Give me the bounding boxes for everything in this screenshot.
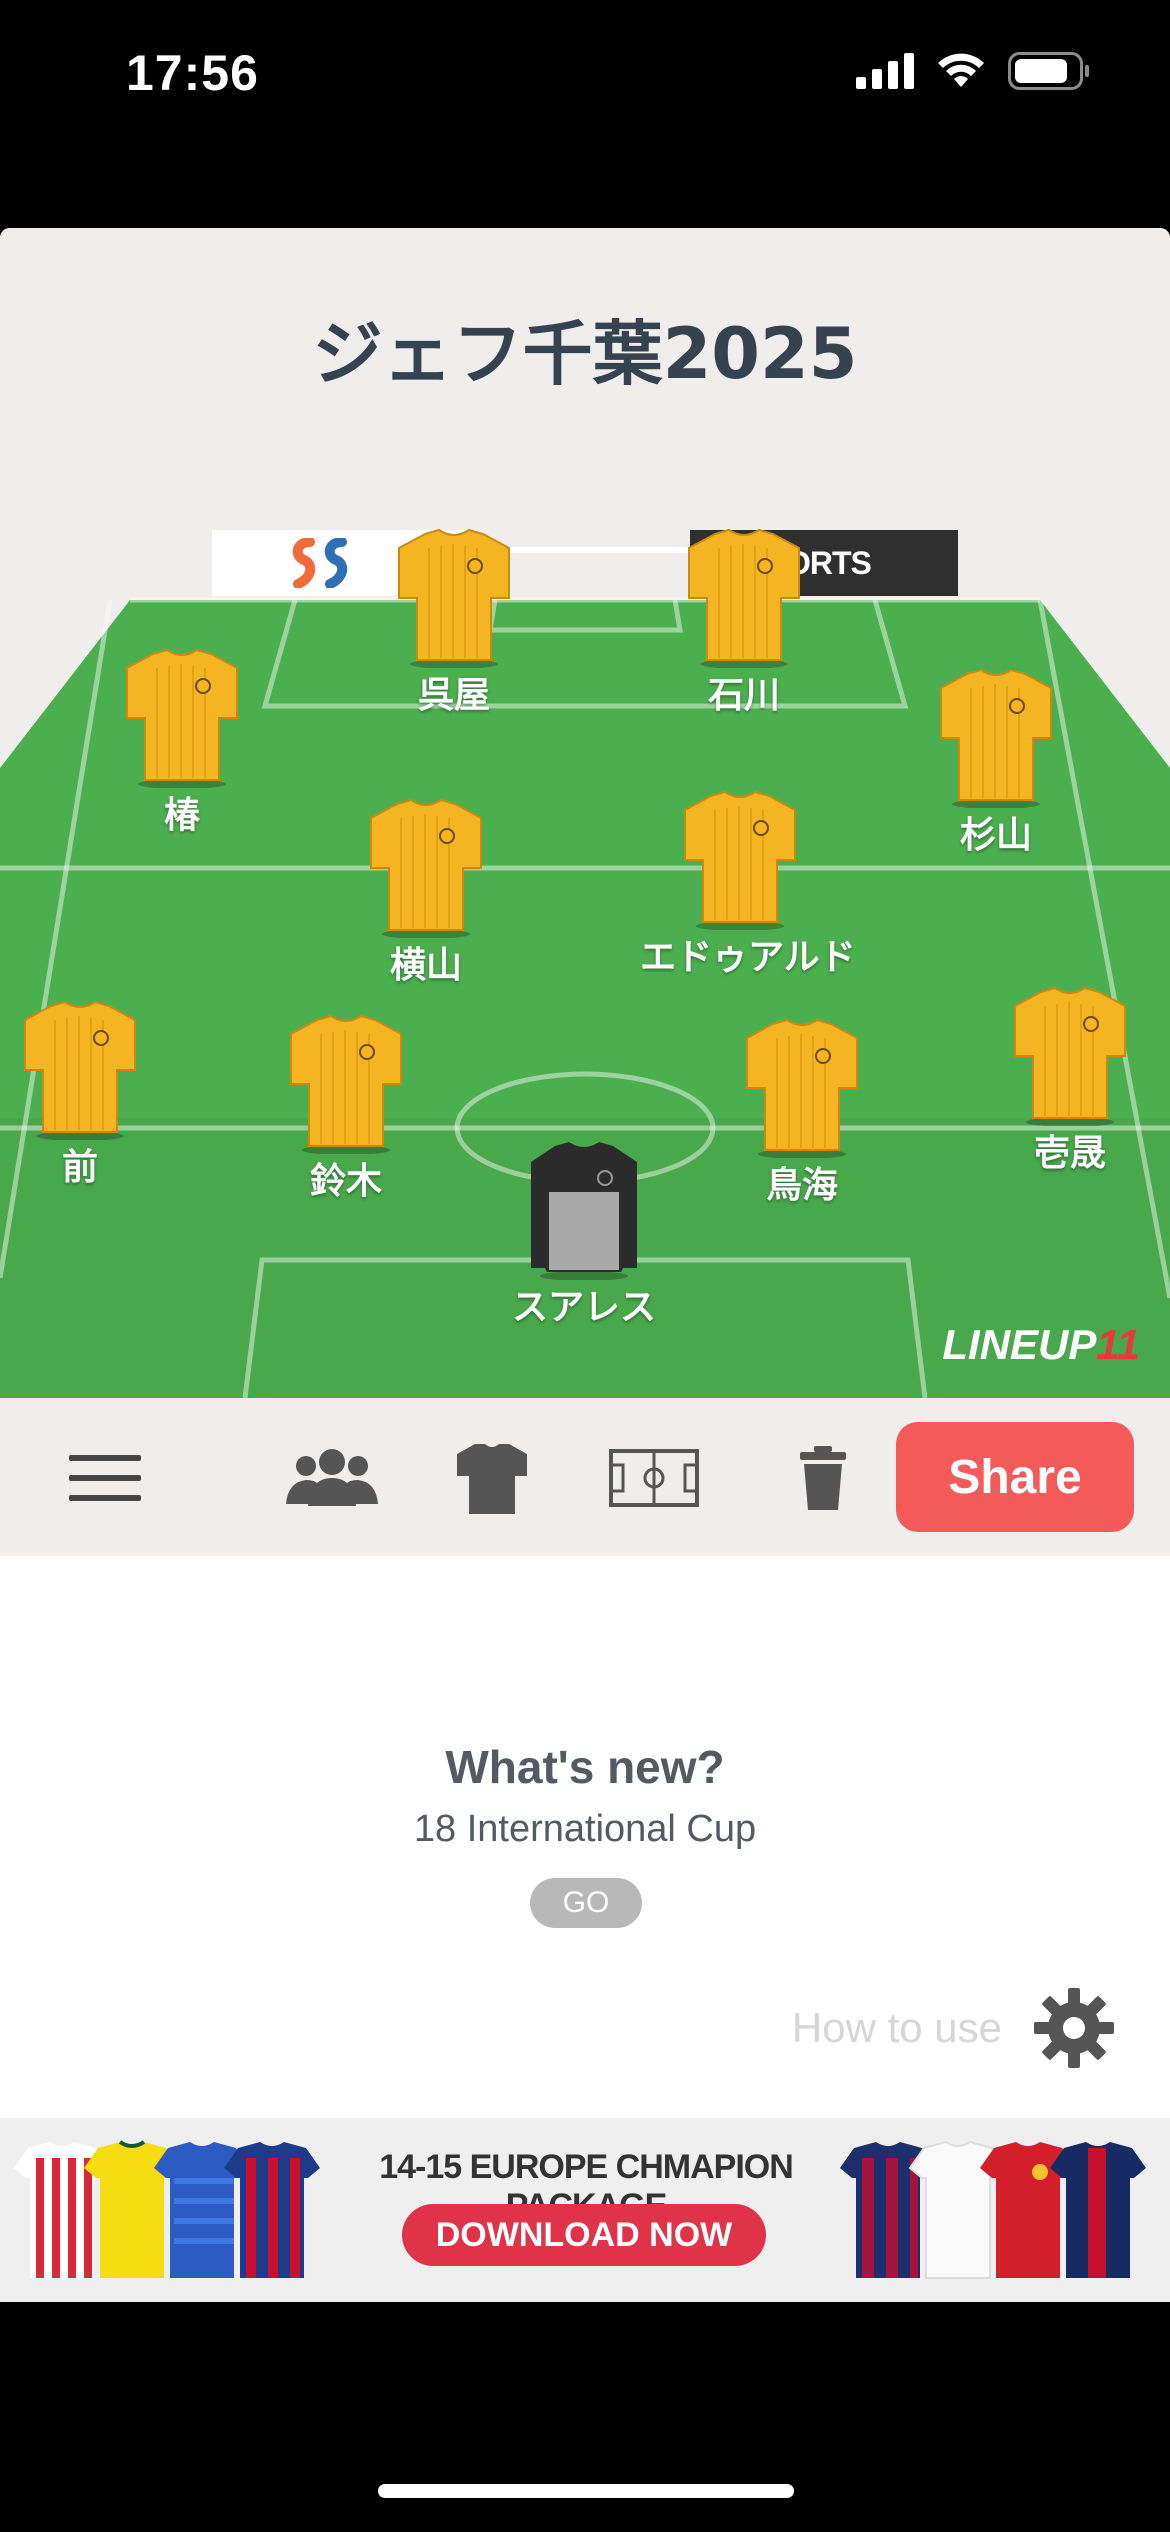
- player-name: エドゥアルド: [640, 937, 856, 978]
- player-slot[interactable]: 椿: [82, 648, 282, 838]
- jersey-icon: [940, 668, 1052, 808]
- player-slot[interactable]: 横山: [326, 798, 526, 988]
- delete-button[interactable]: [780, 1428, 866, 1528]
- player-slot[interactable]: エドゥアルド: [640, 790, 856, 980]
- home-indicator[interactable]: [378, 2484, 794, 2498]
- gk-jersey-icon: [531, 1142, 637, 1280]
- player-name: 前: [61, 1147, 98, 1188]
- trash-icon: [800, 1446, 846, 1510]
- lineup-title[interactable]: ジェフ千葉2025: [0, 298, 1170, 399]
- whats-new-section: What's new? 18 International Cup GO How …: [0, 1556, 1170, 2118]
- jersey-icon: [398, 528, 510, 668]
- lineup-canvas: ジェフ千葉2025 ORTS STUDIO: [0, 228, 1170, 1398]
- how-to-use-link[interactable]: How to use: [792, 2004, 1002, 2052]
- player-name: スアレス: [511, 1287, 656, 1328]
- jersey-icon: [126, 648, 238, 788]
- player-slot[interactable]: 石川: [644, 528, 844, 718]
- status-time: 17:56: [126, 45, 259, 101]
- whats-new-subtitle: 18 International Cup: [413, 1808, 757, 1850]
- menu-button[interactable]: [60, 1428, 150, 1528]
- gear-icon[interactable]: [1032, 1986, 1116, 2070]
- player-name: 椿: [163, 795, 200, 836]
- download-now-button[interactable]: DOWNLOAD NOW: [402, 2204, 766, 2266]
- whats-new-title: What's new?: [445, 1741, 725, 1793]
- battery-icon: [1008, 52, 1089, 90]
- signal-icon: [856, 53, 914, 89]
- player-name: 鳥海: [765, 1165, 838, 1206]
- jersey-icon: [370, 798, 482, 938]
- player-name: 呉屋: [417, 675, 490, 716]
- player-slot[interactable]: 鳥海: [702, 1018, 902, 1208]
- ad-banner[interactable]: 14-15 EUROPE CHMAPION PACKAGE DOWNLOAD N…: [0, 2118, 1170, 2302]
- shirt-icon: [457, 1444, 527, 1514]
- wifi-icon: [938, 53, 984, 87]
- player-name: 壱晟: [1033, 1133, 1106, 1174]
- player-slot[interactable]: 呉屋: [354, 528, 554, 718]
- menu-icon: [69, 1455, 141, 1501]
- players-button[interactable]: [284, 1428, 380, 1528]
- player-name: 鈴木: [309, 1161, 382, 1202]
- player-slot[interactable]: 鈴木: [246, 1014, 446, 1204]
- toolbar: Share: [0, 1398, 1170, 1556]
- jersey-icon: [1014, 986, 1126, 1126]
- jerseys-left-image: [14, 2140, 320, 2278]
- status-bar: 17:56: [0, 0, 1170, 150]
- jersey-icon: [24, 1000, 136, 1140]
- jersey-icon: [684, 790, 796, 930]
- player-name: 横山: [389, 945, 462, 986]
- lineup11-watermark: LINEUP11: [942, 1321, 1140, 1368]
- jersey-icon: [688, 528, 800, 668]
- players-icon: [286, 1449, 378, 1506]
- formation-button[interactable]: [604, 1428, 704, 1528]
- app-screen: ジェフ千葉2025 ORTS STUDIO: [0, 228, 1170, 2302]
- player-name: 石川: [707, 675, 780, 716]
- player-slot[interactable]: 杉山: [896, 668, 1096, 858]
- player-slot[interactable]: 壱晟: [970, 986, 1170, 1176]
- goalkeeper-slot[interactable]: スアレス: [484, 1140, 684, 1330]
- kit-button[interactable]: [452, 1428, 532, 1528]
- status-icons: [856, 52, 1090, 90]
- player-slot[interactable]: 前: [0, 1000, 180, 1190]
- jerseys-right-image: [840, 2140, 1146, 2279]
- jersey-icon: [290, 1014, 402, 1154]
- player-name: 杉山: [959, 815, 1032, 856]
- pitch-icon: [609, 1449, 699, 1507]
- jersey-icon: [746, 1018, 858, 1158]
- share-button[interactable]: Share: [896, 1422, 1134, 1532]
- go-button[interactable]: GO: [530, 1878, 642, 1928]
